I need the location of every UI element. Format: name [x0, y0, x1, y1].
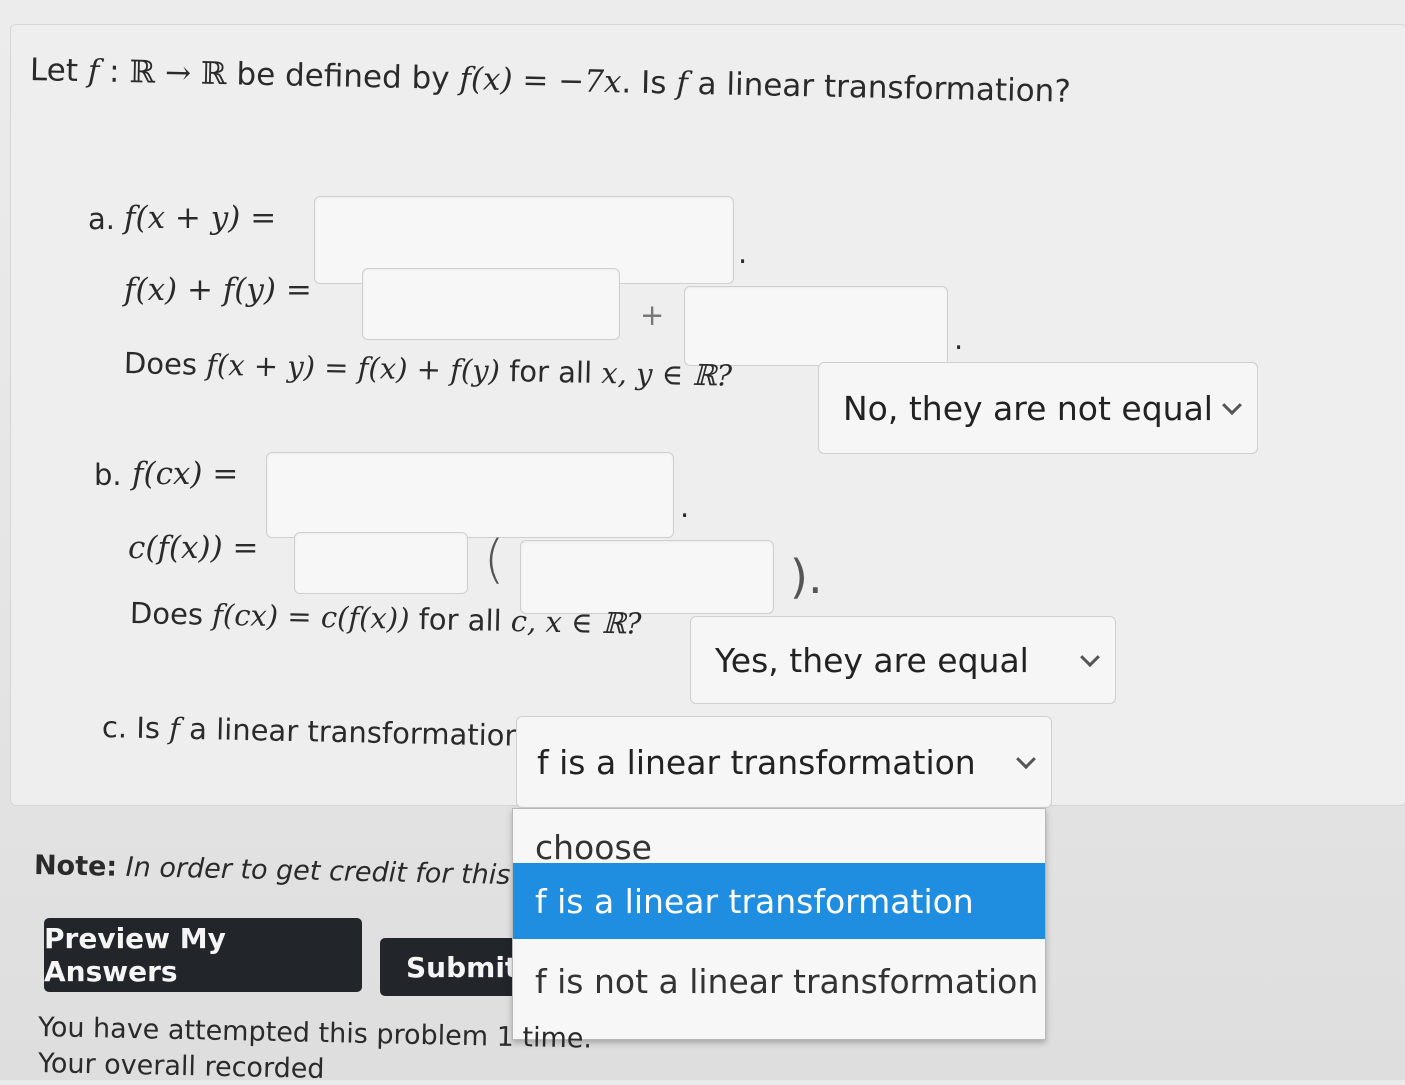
part-b-fcx-expr: f(cx) =	[132, 456, 239, 492]
page: Let f : ℝ → ℝ be defined by f(x) = −7x. …	[0, 0, 1405, 1085]
chevron-down-icon	[1222, 395, 1242, 416]
homogeneity-select[interactable]: Yes, they are equal	[690, 616, 1116, 704]
plus-sign: +	[640, 298, 665, 332]
fcx-answer-input[interactable]	[266, 452, 674, 538]
linear-transformation-options: choose f is a linear transformation f is…	[512, 808, 1046, 1040]
chevron-down-icon	[1016, 749, 1036, 770]
linear-transformation-select-value: f is a linear transformation	[537, 742, 976, 782]
fy-answer-input[interactable]	[684, 286, 948, 366]
attempts-status: You have attempted this problem 1 time.	[37, 1012, 593, 1055]
homogeneity-select-value: Yes, they are equal	[715, 640, 1029, 680]
open-paren: (	[484, 530, 505, 590]
fx-answer-input[interactable]	[362, 268, 620, 340]
part-b-line1-period: .	[680, 490, 690, 524]
note: Note: In order to get credit for this pr	[33, 850, 548, 892]
option-is-not-linear[interactable]: f is not a linear transformation	[513, 943, 1045, 1019]
close-paren: ).	[790, 550, 823, 604]
part-b-cfx-expr: c(f(x)) =	[128, 530, 259, 566]
additivity-select[interactable]: No, they are not equal	[818, 362, 1258, 454]
part-b-label: b.	[94, 458, 122, 492]
part-a-label: a.	[88, 202, 115, 236]
chevron-down-icon	[1080, 647, 1100, 668]
overall-score-status: Your overall recorded	[37, 1048, 325, 1085]
c-answer-input[interactable]	[294, 532, 468, 594]
submit-button-label: Submit	[406, 950, 519, 984]
linear-transformation-select[interactable]: f is a linear transformation	[516, 716, 1052, 808]
part-a-line1-period: .	[738, 236, 748, 270]
fx-inner-answer-input[interactable]	[520, 540, 774, 614]
option-is-linear[interactable]: f is a linear transformation	[513, 863, 1045, 939]
submit-answers-button[interactable]: Submit	[380, 938, 530, 996]
part-a-fx-plus-fy-expr: f(x) + f(y) =	[124, 272, 312, 308]
preview-answers-button[interactable]: Preview My Answers	[44, 918, 362, 992]
additivity-select-value: No, they are not equal	[843, 388, 1213, 428]
part-a-line2-period: .	[954, 322, 964, 356]
part-a-fxy-expr: f(x + y) =	[124, 200, 277, 236]
